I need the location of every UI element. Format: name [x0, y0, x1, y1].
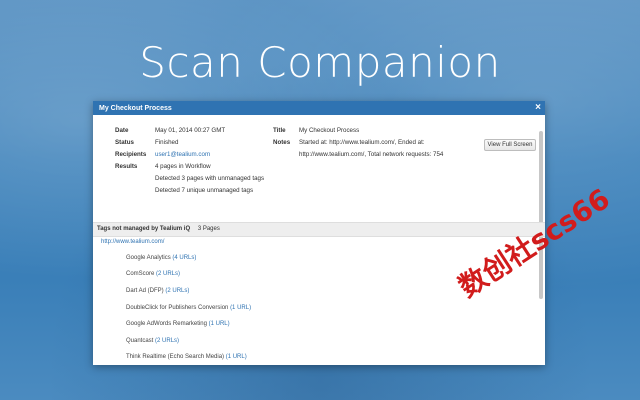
- date-label: Date: [115, 127, 129, 134]
- tag-url-count[interactable]: (2 URLs): [155, 338, 179, 344]
- tag-name: Dart Ad (DFP): [126, 288, 164, 294]
- tag-item[interactable]: DoubleClick for Publishers Conversion (1…: [126, 305, 251, 311]
- tag-name: Quantcast: [126, 338, 154, 344]
- recipients-label: Recipients: [115, 151, 147, 158]
- close-icon[interactable]: ×: [535, 102, 541, 114]
- modal-title: My Checkout Process: [99, 104, 172, 112]
- status-label: Status: [115, 139, 134, 146]
- tag-url-count[interactable]: (1 URL): [209, 321, 230, 327]
- results-line: Detected 3 pages with unmanaged tags: [155, 175, 265, 182]
- tag-name: Think Realtime (Echo Search Media): [126, 354, 225, 360]
- results-line: Detected 7 unique unmanaged tags: [155, 187, 254, 194]
- tag-item[interactable]: Quantcast (2 URLs): [126, 338, 179, 344]
- tag-name: ComScore: [126, 271, 155, 277]
- site-url-link[interactable]: http://www.tealium.com/: [101, 239, 164, 245]
- status-value: Finished: [155, 139, 179, 146]
- view-full-screen-button[interactable]: View Full Screen: [484, 139, 536, 151]
- results-line: 4 pages in Workflow: [155, 163, 211, 170]
- tag-url-count[interactable]: (1 URL): [230, 305, 251, 311]
- tag-url-count[interactable]: (2 URLs): [165, 288, 189, 294]
- tag-item[interactable]: Think Realtime (Echo Search Media) (1 UR…: [126, 354, 247, 360]
- date-value: May 01, 2014 00:27 GMT: [155, 127, 226, 134]
- notes-label: Notes: [273, 139, 291, 146]
- tag-url-count[interactable]: (1 URL): [226, 354, 247, 360]
- modal-body[interactable]: Date May 01, 2014 00:27 GMT Status Finis…: [93, 115, 545, 365]
- tag-url-count[interactable]: (2 URLs): [156, 271, 180, 277]
- notes-value: Started at: http://www.tealium.com/, End…: [299, 139, 425, 146]
- unmanaged-tags-header: Tags not managed by Tealium iQ 3 Pages: [93, 222, 545, 237]
- modal-header: My Checkout Process ×: [93, 101, 545, 115]
- recipients-link[interactable]: user1@tealium.com: [155, 151, 210, 158]
- tag-item[interactable]: ComScore (2 URLs): [126, 271, 180, 277]
- title-value: My Checkout Process: [299, 127, 360, 134]
- scan-results-modal: My Checkout Process × Date May 01, 2014 …: [93, 101, 545, 365]
- tag-item[interactable]: Google AdWords Remarketing (1 URL): [126, 321, 230, 327]
- results-label: Results: [115, 163, 138, 170]
- tag-name: Google Analytics: [126, 255, 171, 261]
- tag-item[interactable]: Dart Ad (DFP) (2 URLs): [126, 288, 189, 294]
- section-page-count: 3 Pages: [197, 226, 220, 232]
- tag-name: DoubleClick for Publishers Conversion: [126, 305, 229, 311]
- tag-name: Google AdWords Remarketing: [126, 321, 207, 327]
- section-title: Tags not managed by Tealium iQ: [97, 226, 191, 232]
- tag-url-count[interactable]: (4 URLs): [172, 255, 196, 261]
- notes-value: http://www.tealium.com/, Total network r…: [299, 151, 444, 158]
- tag-item[interactable]: Google Analytics (4 URLs): [126, 255, 196, 261]
- hero-title: Scan Companion: [139, 38, 501, 87]
- title-label: Title: [273, 127, 286, 134]
